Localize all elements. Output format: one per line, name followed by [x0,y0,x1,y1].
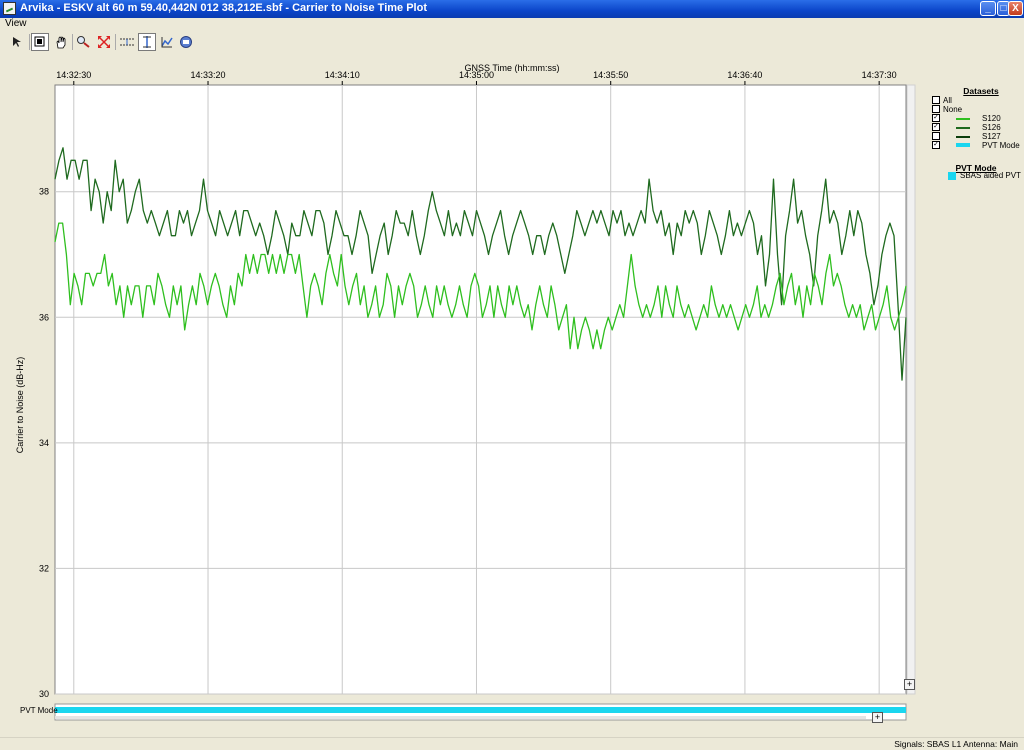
legend-label: None [943,105,963,114]
legend-checkbox[interactable]: ✓ [932,123,940,131]
zoom-magnify-icon[interactable] [75,33,93,51]
legend-label: PVT Mode [982,141,1020,150]
menu-view[interactable]: View [5,18,27,29]
status-text: Signals: SBAS L1 Antenna: Main [894,739,1018,749]
legend-checkbox[interactable]: ✓ [932,141,940,149]
legend-item-none[interactable]: None [930,105,1022,114]
x-zoom-plus-button[interactable]: + [872,712,883,723]
y-axis-title: Carrier to Noise (dB-Hz) [15,356,25,454]
window-title: Arvika - ESKV alt 60 m 59.40,442N 012 38… [20,2,427,14]
y-zoom-plus-button[interactable]: + [904,679,915,690]
legend-line-swatch [956,136,970,138]
x-scroll-track[interactable] [55,716,866,719]
print-icon[interactable] [177,33,195,51]
legend-checkbox[interactable] [932,132,940,140]
legend-item-s126[interactable]: ✓ S126 [930,123,1022,132]
legend-checkbox[interactable]: ✓ [932,114,940,122]
legend-label: S127 [982,132,1001,141]
pvt-mode-swatch [948,172,956,180]
close-button[interactable]: X [1008,1,1023,16]
plot-background [54,84,907,695]
vline-icon[interactable] [138,33,156,51]
menu-bar: View [0,18,1024,32]
y-tick-label: 30 [39,689,49,699]
title-bar: Arvika - ESKV alt 60 m 59.40,442N 012 38… [0,0,1024,18]
zoom-extent-icon[interactable] [95,33,113,51]
legend-checkbox[interactable] [932,96,940,104]
status-bar: Signals: SBAS L1 Antenna: Main [0,737,1024,750]
pvt-mode-item: SBAS aided PVT [960,171,1021,180]
legend-line-swatch [956,127,970,129]
datasets-title: Datasets [963,86,999,96]
y-scroll-track[interactable] [906,84,916,695]
cursor-icon[interactable] [8,33,26,51]
reset-icon[interactable] [158,33,176,51]
hline-icon[interactable] [118,33,136,51]
legend-line-swatch [956,118,970,120]
hand-pan-icon[interactable] [52,33,70,51]
legend-item-pvt-mode[interactable]: ✓ PVT Mode [930,141,1022,150]
y-tick-label: 36 [39,312,49,322]
pvt-axis-label: PVT Mode [20,706,58,715]
legend-checkbox[interactable] [932,105,940,113]
legend-label: S126 [982,123,1001,132]
legend-line-swatch [956,143,970,147]
minimize-button[interactable]: _ [980,1,996,16]
app-icon [3,2,16,15]
legend-label: S120 [982,114,1001,123]
legend-label: All [943,96,952,105]
datasets-legend: Datasets All None ✓ S120 ✓ S126 S127 ✓ PVT Mode [930,86,1022,150]
x-axis-title: GNSS Time (hh:mm:ss) [464,63,560,73]
pvt-mode-band[interactable] [55,707,906,713]
zoom-box-icon[interactable] [31,33,49,51]
y-tick-label: 38 [39,187,49,197]
legend-item-s120[interactable]: ✓ S120 [930,114,1022,123]
y-tick-label: 32 [39,563,49,573]
y-tick-label: 34 [39,438,49,448]
carrier-to-noise-chart[interactable]: 303234363814:32:30 14:33:20 14:34:10 14:35:… [0,55,1024,737]
legend-item-s127[interactable]: S127 [930,132,1022,141]
legend-item-all[interactable]: All [930,96,1022,105]
toolbar [0,31,1024,53]
